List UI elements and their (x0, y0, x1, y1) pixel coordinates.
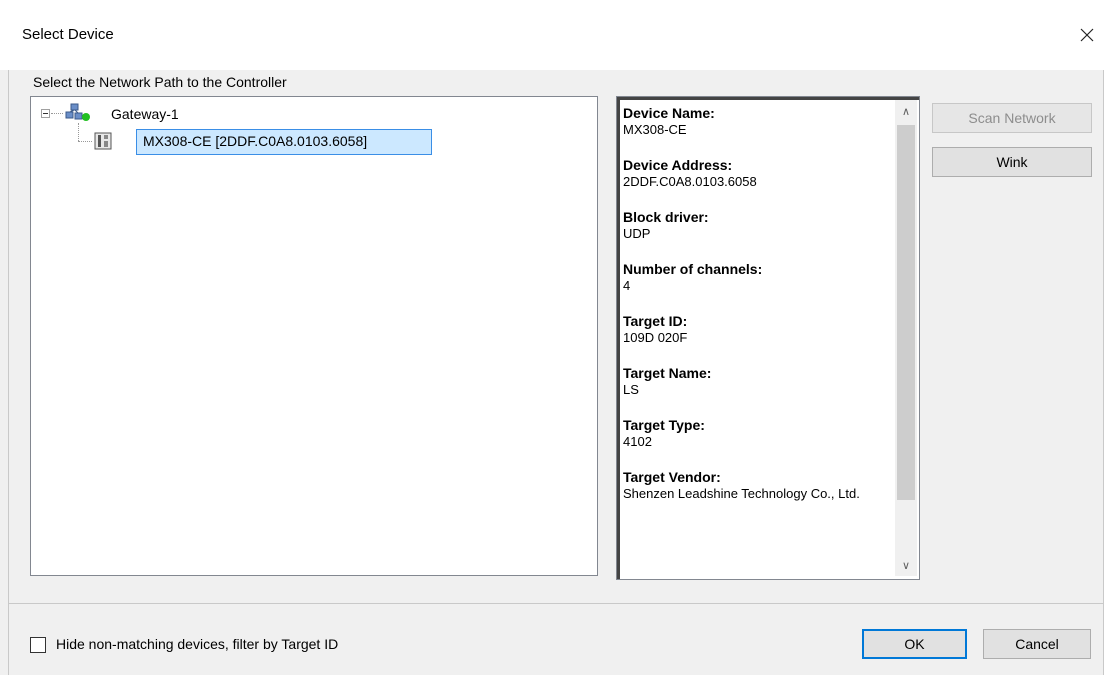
title-bar: Select Device (0, 0, 1104, 70)
filter-label[interactable]: Hide non-matching devices, filter by Tar… (56, 636, 338, 652)
gateway-node[interactable]: Gateway-1 (111, 106, 179, 122)
chevron-up-icon: ∧ (901, 105, 911, 118)
info-field: Target Name: LS (623, 365, 712, 397)
scroll-up-button[interactable]: ∧ (895, 100, 917, 122)
info-field: Number of channels: 4 (623, 261, 763, 293)
panel-border (617, 97, 620, 579)
info-scrollbar[interactable]: ∧ ∨ (895, 100, 917, 576)
filter-checkbox[interactable] (30, 637, 46, 653)
network-path-label: Select the Network Path to the Controlle… (33, 74, 287, 90)
tree-connector (78, 123, 79, 141)
info-field: Device Name: MX308-CE (623, 105, 715, 137)
scroll-down-button[interactable]: ∨ (895, 554, 917, 576)
tree-connector (78, 141, 92, 142)
ok-button[interactable]: OK (862, 629, 967, 659)
close-button[interactable] (1070, 18, 1104, 52)
info-field: Target ID: 109D 020F (623, 313, 688, 345)
footer-divider (9, 603, 1103, 604)
info-field: Target Vendor: Shenzen Leadshine Technolo… (623, 469, 860, 501)
panel-border (617, 97, 919, 100)
window-title: Select Device (22, 26, 114, 43)
scroll-thumb[interactable] (897, 125, 915, 500)
wink-button[interactable]: Wink (932, 147, 1092, 177)
device-node-selected[interactable]: MX308-CE [2DDF.C0A8.0103.6058] (136, 129, 432, 155)
device-tree[interactable]: Gateway-1 MX308-CE [2DDF.C0A8.0103.6058] (30, 96, 598, 576)
controller-icon (94, 132, 112, 150)
device-info-panel: Device Name: MX308-CE Device Address: 2DDF… (616, 96, 920, 580)
info-field: Block driver: UDP (623, 209, 709, 241)
info-field: Device Address: 2DDF.C0A8.0103.6058 (623, 157, 757, 189)
scan-network-button[interactable]: Scan Network (932, 103, 1092, 133)
close-icon (1080, 28, 1094, 42)
tree-connector (51, 113, 63, 114)
info-field: Target Type: 4102 (623, 417, 705, 449)
frame-edge-left (8, 70, 9, 675)
gateway-icon (65, 103, 90, 121)
cancel-button[interactable]: Cancel (983, 629, 1091, 659)
collapse-toggle[interactable] (41, 109, 50, 118)
chevron-down-icon: ∨ (901, 559, 911, 572)
